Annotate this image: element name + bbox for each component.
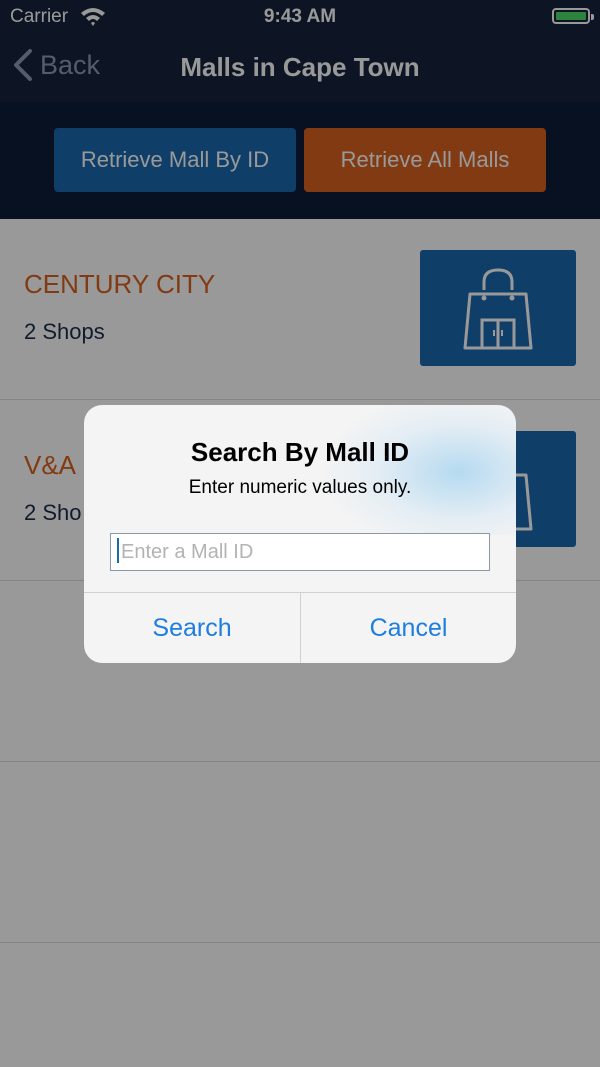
alert-title: Search By Mall ID bbox=[190, 437, 410, 467]
mall-id-input[interactable] bbox=[110, 533, 490, 571]
search-button[interactable]: Search bbox=[84, 593, 300, 663]
search-alert-dialog: Search By Mall ID Enter numeric values o… bbox=[84, 405, 516, 663]
text-caret bbox=[117, 538, 119, 563]
cancel-button[interactable]: Cancel bbox=[301, 593, 516, 663]
alert-message: Enter numeric values only. bbox=[188, 477, 412, 498]
